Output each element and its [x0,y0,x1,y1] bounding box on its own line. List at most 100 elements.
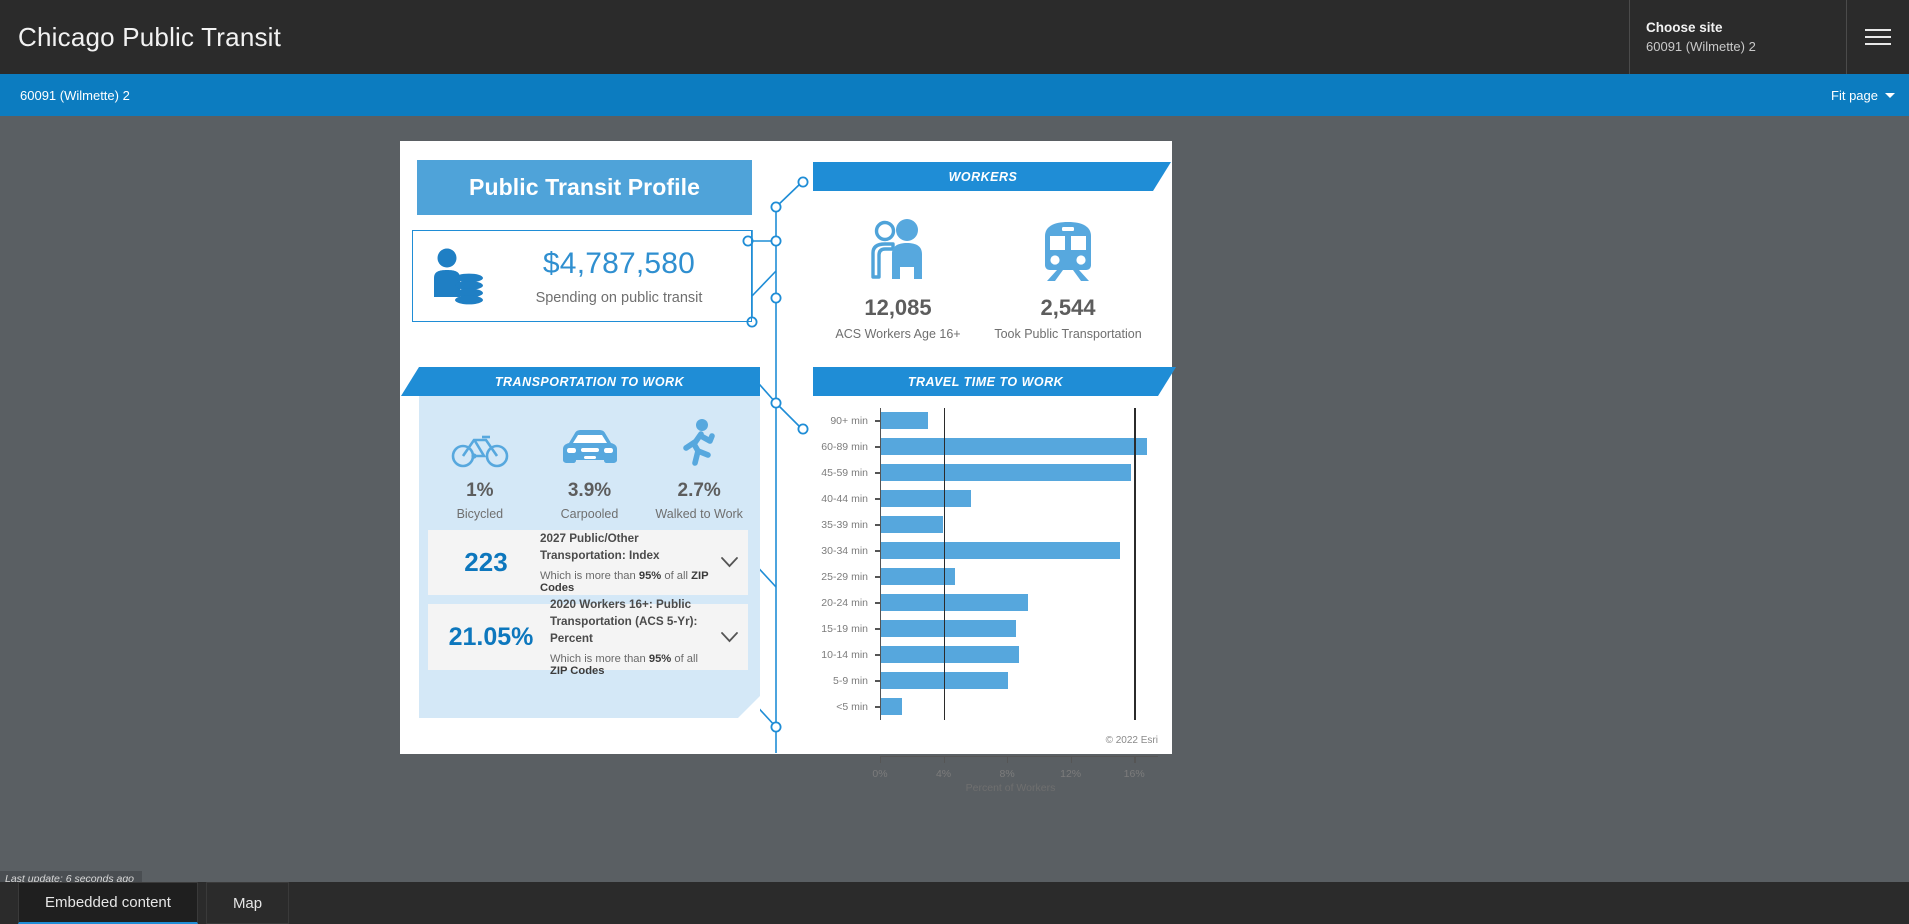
train-icon [1033,207,1103,283]
workers-stat-item: 12,085 ACS Workers Age 16+ [813,207,983,341]
chart-axis-tick-label: 0% [872,768,888,780]
canvas-stage: Public Transit Profile $4,787,580 Spendi… [0,116,1909,924]
chart-category-label: 35-39 min [821,519,868,531]
chart-axis-tick-mark [943,757,945,763]
site-chooser[interactable]: Choose site 60091 (Wilmette) 2 [1629,0,1847,74]
transport-mode-value: 3.9% [567,480,612,501]
chart-bar-track [880,616,1158,642]
chart-bar-row: 60-89 min [813,434,1158,460]
stat-card[interactable]: 21.05% 2020 Workers 16+: Public Transpor… [428,598,748,677]
transport-mode-item: 2.7% Walked to Work [644,412,754,521]
chart-bar-track [880,668,1158,694]
spending-box: $4,787,580 Spending on public transit [412,230,752,322]
app-header: Chicago Public Transit Choose site 60091… [0,0,1909,74]
zoom-mode-label: Fit page [1831,87,1878,103]
transport-mode-caption: Bicycled [456,507,504,521]
transport-mode-value: 2.7% [677,480,721,501]
chart-bar-row: 5-9 min [813,668,1158,694]
chart-bar-row: 20-24 min [813,590,1158,616]
chart-bar-row: 10-14 min [813,642,1158,668]
chart-bar-row: 25-29 min [813,564,1158,590]
chart-category-label: 15-19 min [821,623,868,635]
transport-mode-caption: Carpooled [560,507,619,521]
chart-bar-track [880,642,1158,668]
bicycle-icon [451,412,509,468]
chart-category-label: 45-59 min [821,467,868,479]
two-people-icon [865,207,931,283]
travel-time-heading: TRAVEL TIME TO WORK [813,367,1176,396]
hamburger-menu-icon [1865,28,1891,46]
chart-bar-track [880,694,1158,720]
chart-axis-tick: 16% [1124,757,1155,780]
chart-category-label: 90+ min [830,415,868,427]
chart-bar-row: 40-44 min [813,486,1158,512]
chevron-down-icon[interactable] [716,631,742,643]
chart-axis-tick: 8% [999,757,1022,780]
chart-category-label: 10-14 min [821,649,868,661]
chart-category-label: 5-9 min [832,675,868,687]
spending-label: Spending on public transit [535,289,703,306]
chart-bar-row: 30-34 min [813,538,1158,564]
person-with-coins-icon [413,247,501,305]
chart-bar-row: 45-59 min [813,460,1158,486]
chart-x-axis: 0% 4% 8% 12% 16% [872,756,1158,790]
chart-bar [881,438,1147,455]
travel-time-panel: TRAVEL TIME TO WORK 90+ min 60-89 min 45-5… [813,367,1176,794]
taskbar-item-embedded-content[interactable]: Embedded content [18,882,198,924]
chart-gridline [1134,408,1136,720]
transport-mode-caption: Walked to Work [655,507,743,521]
chart-bar-row: <5 min [813,694,1158,720]
stat-card-title: 2027 Public/Other Transportation: Index [540,532,660,562]
infographic-title: Public Transit Profile [417,160,752,215]
chart-category-label: 20-24 min [821,597,868,609]
transportation-body: 1% Bicycled 3.9% Carpooled 2.7% Walked t… [419,396,760,718]
infographic-card: Public Transit Profile $4,787,580 Spendi… [400,141,1176,794]
chart-bar [881,516,943,533]
chevron-down-icon[interactable] [716,557,742,568]
taskbar: Embedded content Map [0,882,1909,924]
chart-bars: 90+ min 60-89 min 45-59 min 40-44 min 35-39 … [813,408,1158,720]
workers-stat-caption: Took Public Transportation [994,327,1142,341]
chart-bar-track [880,590,1158,616]
chart-bar-track [880,538,1158,564]
transportation-heading: TRANSPORTATION TO WORK [401,367,760,396]
chart-bar [881,412,929,429]
taskbar-item-map[interactable]: Map [205,882,290,924]
chart-axis-tick-mark [1007,757,1009,763]
workers-panel: WORKERS 12,085 ACS Workers Age 16+ 2,544… [813,162,1171,341]
chart-bar-row: 90+ min [813,408,1158,434]
chart-bar [881,594,1029,611]
chart-axis-tick-mark [880,757,882,763]
copyright-text: © 2022 Esri [1105,735,1158,746]
workers-stat-item: 2,544 Took Public Transportation [983,207,1153,341]
stat-card-subtitle: Which is more than 95% of all ZIP Codes [540,569,709,594]
chart-bar [881,464,1132,481]
chart-axis-tick-mark [1134,757,1136,763]
chart-axis-tick: 0% [872,757,895,780]
chart-bar [881,646,1019,663]
chart-bar-track [880,486,1158,512]
chart-bar-track [880,434,1158,460]
chart-axis-tick-mark [1070,757,1073,763]
transportation-modes: 1% Bicycled 3.9% Carpooled 2.7% Walked t… [419,396,760,521]
hamburger-menu-button[interactable] [1847,0,1909,74]
chart-bar-row: 15-19 min [813,616,1158,642]
workers-stat-caption: ACS Workers Age 16+ [835,327,961,341]
stat-card-value: 21.05% [448,622,534,651]
site-chooser-label: Choose site [1646,20,1723,35]
site-chooser-value: 60091 (Wilmette) 2 [1646,39,1756,54]
stat-card[interactable]: 223 2027 Public/Other Transportation: In… [428,530,748,595]
chart-axis-tick: 4% [936,757,959,780]
copyright: © 2022 Esri [1106,735,1158,746]
breadcrumb-bar: 60091 (Wilmette) 2 Fit page [0,74,1909,116]
chart-bar-track [880,564,1158,590]
chart-bar [881,620,1016,637]
chart-bar [881,490,972,507]
stat-card-title: 2020 Workers 16+: Public Transportation … [550,598,698,645]
workers-stat-value: 12,085 [864,295,932,320]
chart-bar-track [880,512,1158,538]
chart-bar-row: 35-39 min [813,512,1158,538]
chart-bar [881,542,1120,559]
chart-axis-tick: 12% [1060,757,1092,780]
zoom-mode-dropdown[interactable]: Fit page [1831,88,1895,103]
